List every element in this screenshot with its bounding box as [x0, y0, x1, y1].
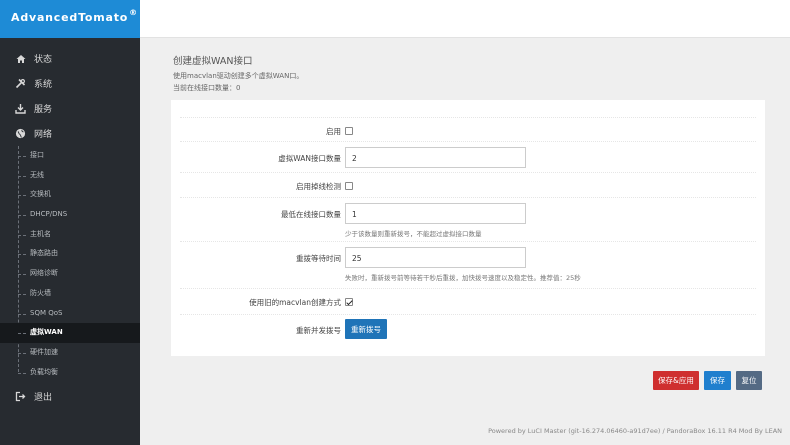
legacy-label: 使用旧的macvlan创建方式: [249, 298, 341, 307]
enable-label: 启用: [326, 127, 341, 136]
wan-count-input[interactable]: 2: [345, 147, 526, 168]
sidebar-sub-hostnames[interactable]: 主机名: [0, 225, 140, 245]
sidebar-item-status[interactable]: 状态: [0, 46, 140, 71]
sidebar-sub-static-routes[interactable]: 静态路由: [0, 244, 140, 264]
wait-input[interactable]: 25: [345, 247, 526, 268]
wait-help: 失败时，重新拨号前等待若干秒后重拨，加快拨号速度以及稳定性。推荐值：25秒: [345, 274, 581, 282]
wait-row: 重拨等待时间 25 失败时，重新拨号前等待若干秒后重拨，加快拨号速度以及稳定性。…: [180, 241, 756, 287]
sidebar-sub-switch[interactable]: 交换机: [0, 185, 140, 205]
logout-icon: [15, 391, 26, 402]
sidebar-sub-interfaces[interactable]: 接口: [0, 146, 140, 166]
page-title: 创建虚拟WAN接口: [173, 56, 253, 67]
detect-checkbox[interactable]: [345, 182, 353, 190]
save-apply-button[interactable]: 保存&应用: [653, 371, 699, 390]
sidebar-item-services[interactable]: 服务: [0, 96, 140, 121]
settings-panel: 启用 虚拟WAN接口数量 2 启用掉线检测 最低在线接口数量 1 少于该数量则重…: [171, 100, 765, 356]
footer-text: Powered by LuCI Master (git-16.274.06460…: [488, 427, 782, 435]
min-online-row: 最低在线接口数量 1 少于该数量则重新拨号，不能超过虚拟接口数量: [180, 197, 756, 239]
detect-label: 启用掉线检测: [296, 182, 341, 191]
sidebar-sub-wireless[interactable]: 无线: [0, 166, 140, 186]
sidebar: AdvancedTomato® 状态 系统 服务 网络 接口 无线 交换机 DH…: [0, 0, 140, 445]
brand-logo[interactable]: AdvancedTomato®: [0, 0, 140, 38]
redial-label: 重新并发拨号: [296, 326, 341, 335]
min-online-label: 最低在线接口数量: [281, 210, 341, 219]
wan-count-label: 虚拟WAN接口数量: [278, 154, 341, 163]
enable-checkbox[interactable]: [345, 127, 353, 135]
sidebar-sub-dhcp-dns[interactable]: DHCP/DNS: [0, 205, 140, 225]
sidebar-menu: 状态 系统 服务 网络 接口 无线 交换机 DHCP/DNS 主机名 静态路由 …: [0, 38, 140, 409]
min-online-input[interactable]: 1: [345, 203, 526, 224]
brand-name: AdvancedTomato: [11, 11, 129, 24]
download-icon: [15, 103, 26, 114]
redial-button[interactable]: 重新拨号: [345, 319, 387, 339]
sidebar-item-label: 状态: [34, 55, 53, 65]
sidebar-sub-hw-acceleration[interactable]: 硬件加速: [0, 343, 140, 363]
save-button[interactable]: 保存: [704, 371, 731, 390]
reset-button[interactable]: 复位: [736, 371, 762, 390]
sidebar-sub-load-balancing[interactable]: 负载均衡: [0, 363, 140, 383]
sidebar-item-system[interactable]: 系统: [0, 71, 140, 96]
redial-row: 重新并发拨号 重新拨号: [180, 314, 756, 346]
sidebar-item-label: 退出: [34, 393, 53, 404]
sidebar-item-label: 服务: [34, 105, 53, 115]
home-icon: [15, 53, 26, 64]
sidebar-sub-sqm-qos[interactable]: SQM QoS: [0, 304, 140, 324]
sidebar-item-network[interactable]: 网络: [0, 121, 140, 146]
detect-row: 启用掉线检测: [180, 172, 756, 196]
sidebar-sub-diagnostics[interactable]: 网络诊断: [0, 264, 140, 284]
registered-mark: ®: [129, 8, 138, 17]
sidebar-sub-firewall[interactable]: 防火墙: [0, 284, 140, 304]
wan-count-row: 虚拟WAN接口数量 2: [180, 141, 756, 171]
globe-icon: [15, 128, 26, 139]
legacy-checkbox[interactable]: [345, 298, 353, 306]
min-online-help: 少于该数量则重新拨号，不能超过虚拟接口数量: [345, 230, 482, 238]
tools-icon: [15, 78, 26, 89]
top-bar: [140, 0, 790, 38]
network-submenu: 接口 无线 交换机 DHCP/DNS 主机名 静态路由 网络诊断 防火墙 SQM…: [0, 146, 140, 382]
enable-row: 启用: [180, 117, 756, 141]
sidebar-item-logout[interactable]: 退出: [0, 384, 140, 409]
wait-label: 重拨等待时间: [296, 254, 341, 263]
sidebar-sub-virtual-wan[interactable]: 虚拟WAN: [0, 323, 140, 343]
action-buttons: 保存&应用 保存 复位: [653, 371, 762, 390]
sidebar-item-label: 网络: [34, 130, 53, 140]
sidebar-item-label: 系统: [34, 80, 53, 90]
legacy-row: 使用旧的macvlan创建方式: [180, 288, 756, 313]
online-count-text: 当前在线接口数量：0: [173, 84, 241, 92]
page-description: 使用macvlan驱动创建多个虚拟WAN口。: [173, 72, 304, 80]
main-content: 创建虚拟WAN接口 使用macvlan驱动创建多个虚拟WAN口。 当前在线接口数…: [140, 38, 790, 445]
